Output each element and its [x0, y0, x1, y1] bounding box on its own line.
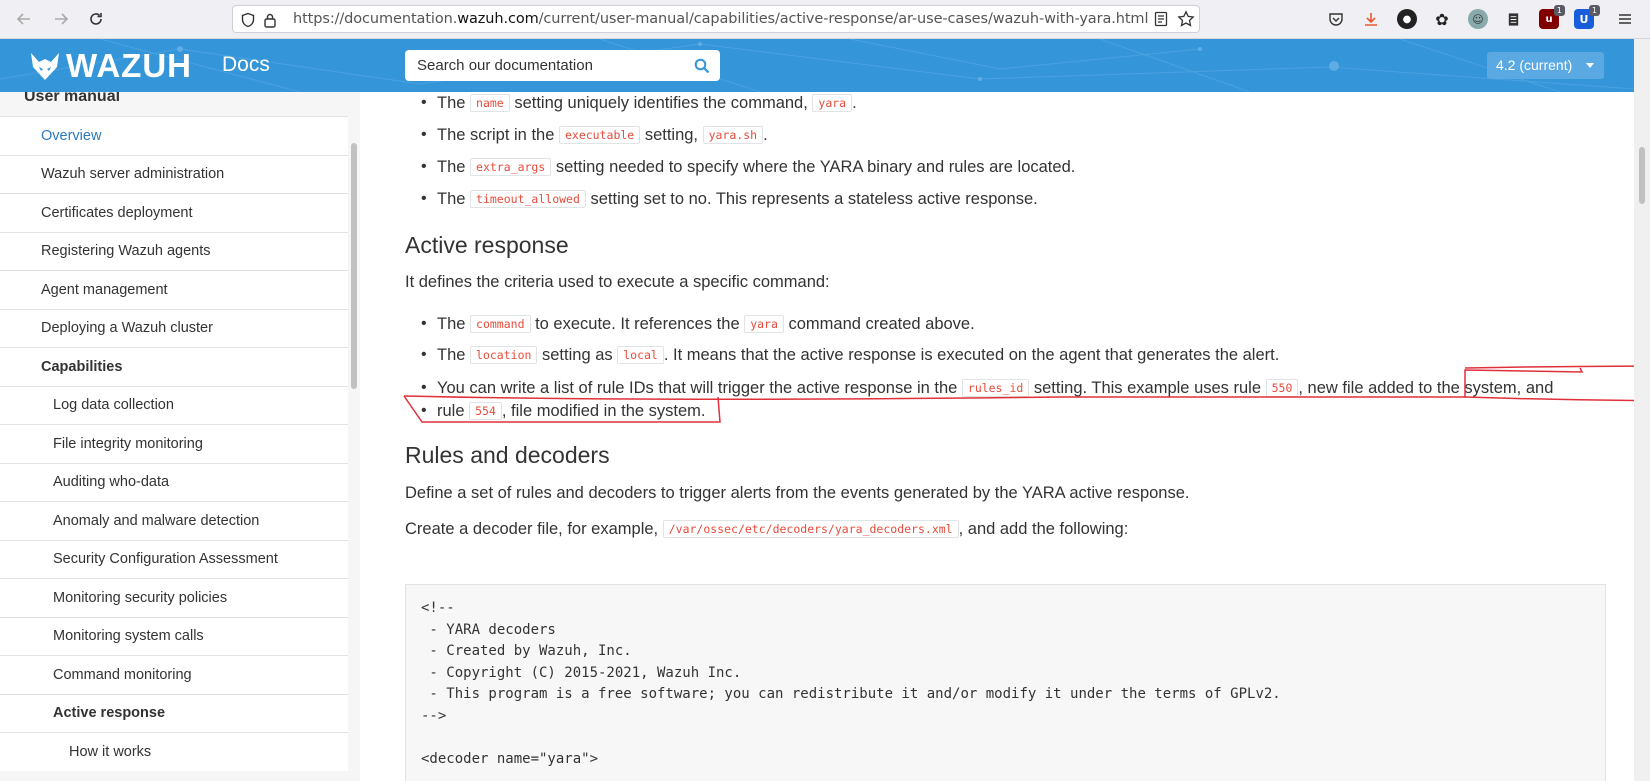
decoder-instruction: Create a decoder file, for example, /var…	[405, 520, 1129, 538]
inline-code: yara	[812, 94, 853, 112]
ublock-badge: 1	[1553, 5, 1565, 16]
wazuh-logo[interactable]: WAZUH	[28, 47, 192, 85]
list-item-continuation: rule 554, file modified in the system.	[421, 399, 706, 424]
extension-avatar-icon[interactable]: ☺	[1468, 9, 1488, 29]
sidebar-item-cluster[interactable]: Deploying a Wazuh cluster	[0, 308, 348, 347]
code-block[interactable]: <!-- - YARA decoders - Created by Wazuh,…	[405, 584, 1606, 781]
inline-code: 550	[1265, 379, 1299, 397]
sidebar-nav: Overview Wazuh server administration Cer…	[0, 116, 348, 771]
list-item: The location setting as local. It means …	[421, 343, 1279, 368]
inline-code: executable	[558, 126, 641, 144]
url-path: /current/user-manual/capabilities/active…	[538, 11, 1149, 27]
list-item: The extra_args setting needed to specify…	[421, 155, 1075, 180]
inline-code: 554	[469, 402, 502, 420]
inline-code: rules_id	[961, 379, 1030, 397]
sidebar-item-policies[interactable]: Monitoring security policies	[0, 578, 348, 617]
sidebar-item-overview[interactable]: Overview	[0, 116, 348, 155]
sidebar-item-sca[interactable]: Security Configuration Assessment	[0, 539, 348, 578]
inline-code: yara.sh	[702, 126, 764, 144]
lock-icon[interactable]	[263, 12, 277, 28]
url-prefix: https://documentation.	[293, 11, 458, 27]
list-item: You can write a list of rule IDs that wi…	[421, 376, 1553, 401]
download-icon[interactable]	[1361, 9, 1381, 29]
sidebar-item-command-monitoring[interactable]: Command monitoring	[0, 655, 348, 694]
list-item: The timeout_allowed setting set to no. T…	[421, 187, 1038, 212]
url-text[interactable]: https://documentation.wazuh.com/current/…	[293, 11, 1148, 27]
code-line: - YARA decoders	[421, 621, 556, 638]
code-line: -->	[421, 707, 447, 724]
version-label: 4.2 (current)	[1496, 57, 1573, 73]
page-scrollbar-thumb[interactable]	[1639, 147, 1645, 204]
sidebar-item-certificates[interactable]: Certificates deployment	[0, 193, 348, 232]
sidebar-item-active-response[interactable]: Active response	[0, 693, 348, 732]
active-response-intro: It defines the criteria used to execute …	[405, 273, 830, 291]
search-input[interactable]	[417, 55, 677, 75]
sidebar-item-system-calls[interactable]: Monitoring system calls	[0, 616, 348, 655]
gnome-extension-icon[interactable]: ✿	[1432, 9, 1452, 29]
list-item: The command to execute. It references th…	[421, 312, 975, 337]
bookmark-star-icon[interactable]	[1177, 10, 1195, 28]
ublock-origin-icon[interactable]: u 1	[1539, 5, 1565, 29]
sidebar-item-server-administration[interactable]: Wazuh server administration	[0, 154, 348, 193]
code-line: <decoder name="yara">	[421, 750, 599, 767]
logo-text: WAZUH	[66, 47, 192, 84]
hamburger-menu-icon[interactable]	[1614, 8, 1636, 30]
url-domain: wazuh.com	[457, 11, 539, 27]
code-line: - This program is a free software; you c…	[421, 686, 1281, 702]
section-heading-rules-decoders: Rules and decoders	[405, 442, 610, 468]
inline-code: name	[470, 94, 510, 112]
sidebar-scrollbar-thumb[interactable]	[351, 143, 357, 389]
sidebar-item-agent-management[interactable]: Agent management	[0, 270, 348, 309]
forward-arrow-icon[interactable]	[50, 8, 72, 30]
sidebar: User manual Overview Wazuh server admini…	[0, 92, 348, 781]
back-arrow-icon[interactable]	[13, 8, 35, 30]
inline-code: yara	[744, 315, 784, 333]
rules-intro: Define a set of rules and decoders to tr…	[405, 484, 1190, 502]
inline-code: timeout_allowed	[470, 190, 586, 208]
section-heading-active-response: Active response	[405, 232, 569, 258]
inline-code: local	[617, 346, 664, 364]
code-line: - Created by Wazuh, Inc.	[421, 643, 632, 659]
reload-icon[interactable]	[85, 8, 107, 30]
sidebar-heading[interactable]: User manual	[24, 92, 120, 106]
search-icon[interactable]	[694, 58, 710, 74]
docs-label[interactable]: Docs	[222, 53, 270, 77]
inline-code: location	[470, 346, 538, 364]
search-box[interactable]	[405, 50, 720, 81]
main-content: The name setting uniquely identifies the…	[360, 92, 1634, 781]
inline-code: command	[470, 315, 531, 333]
inline-code: /var/ossec/etc/decoders/yara_decoders.xm…	[662, 520, 959, 538]
bitwarden-icon[interactable]: U 1	[1574, 5, 1600, 29]
pocket-icon[interactable]	[1326, 9, 1346, 29]
sidebar-item-anomaly[interactable]: Anomaly and malware detection	[0, 501, 348, 540]
url-bar[interactable]: https://documentation.wazuh.com/current/…	[232, 5, 1200, 33]
notes-extension-icon[interactable]	[1503, 9, 1523, 29]
wolf-logo-icon	[31, 53, 59, 80]
chevron-down-icon	[1586, 63, 1594, 68]
browser-toolbar: https://documentation.wazuh.com/current/…	[0, 0, 1650, 39]
sidebar-item-capabilities[interactable]: Capabilities	[0, 347, 348, 386]
sidebar-item-fim[interactable]: File integrity monitoring	[0, 424, 348, 463]
reader-view-icon[interactable]	[1153, 11, 1169, 27]
sidebar-item-registering-agents[interactable]: Registering Wazuh agents	[0, 231, 348, 270]
tracking-shield-icon[interactable]	[240, 12, 256, 28]
inline-code: extra_args	[470, 158, 552, 176]
list-item: The script in the executable setting, ya…	[421, 123, 768, 148]
code-line: <!--	[421, 600, 455, 616]
bitwarden-badge: 1	[1588, 5, 1600, 16]
sidebar-item-log-data[interactable]: Log data collection	[0, 385, 348, 424]
site-header: WAZUH Docs 4.2 (current)	[0, 39, 1634, 92]
sidebar-item-who-data[interactable]: Auditing who-data	[0, 462, 348, 501]
sidebar-item-how-it-works[interactable]: How it works	[0, 732, 348, 771]
list-item: The name setting uniquely identifies the…	[421, 92, 857, 116]
extension-dark-icon[interactable]: ●	[1397, 9, 1417, 29]
version-selector[interactable]: 4.2 (current)	[1487, 52, 1604, 79]
code-line: - Copyright (C) 2015-2021, Wazuh Inc.	[421, 664, 742, 681]
